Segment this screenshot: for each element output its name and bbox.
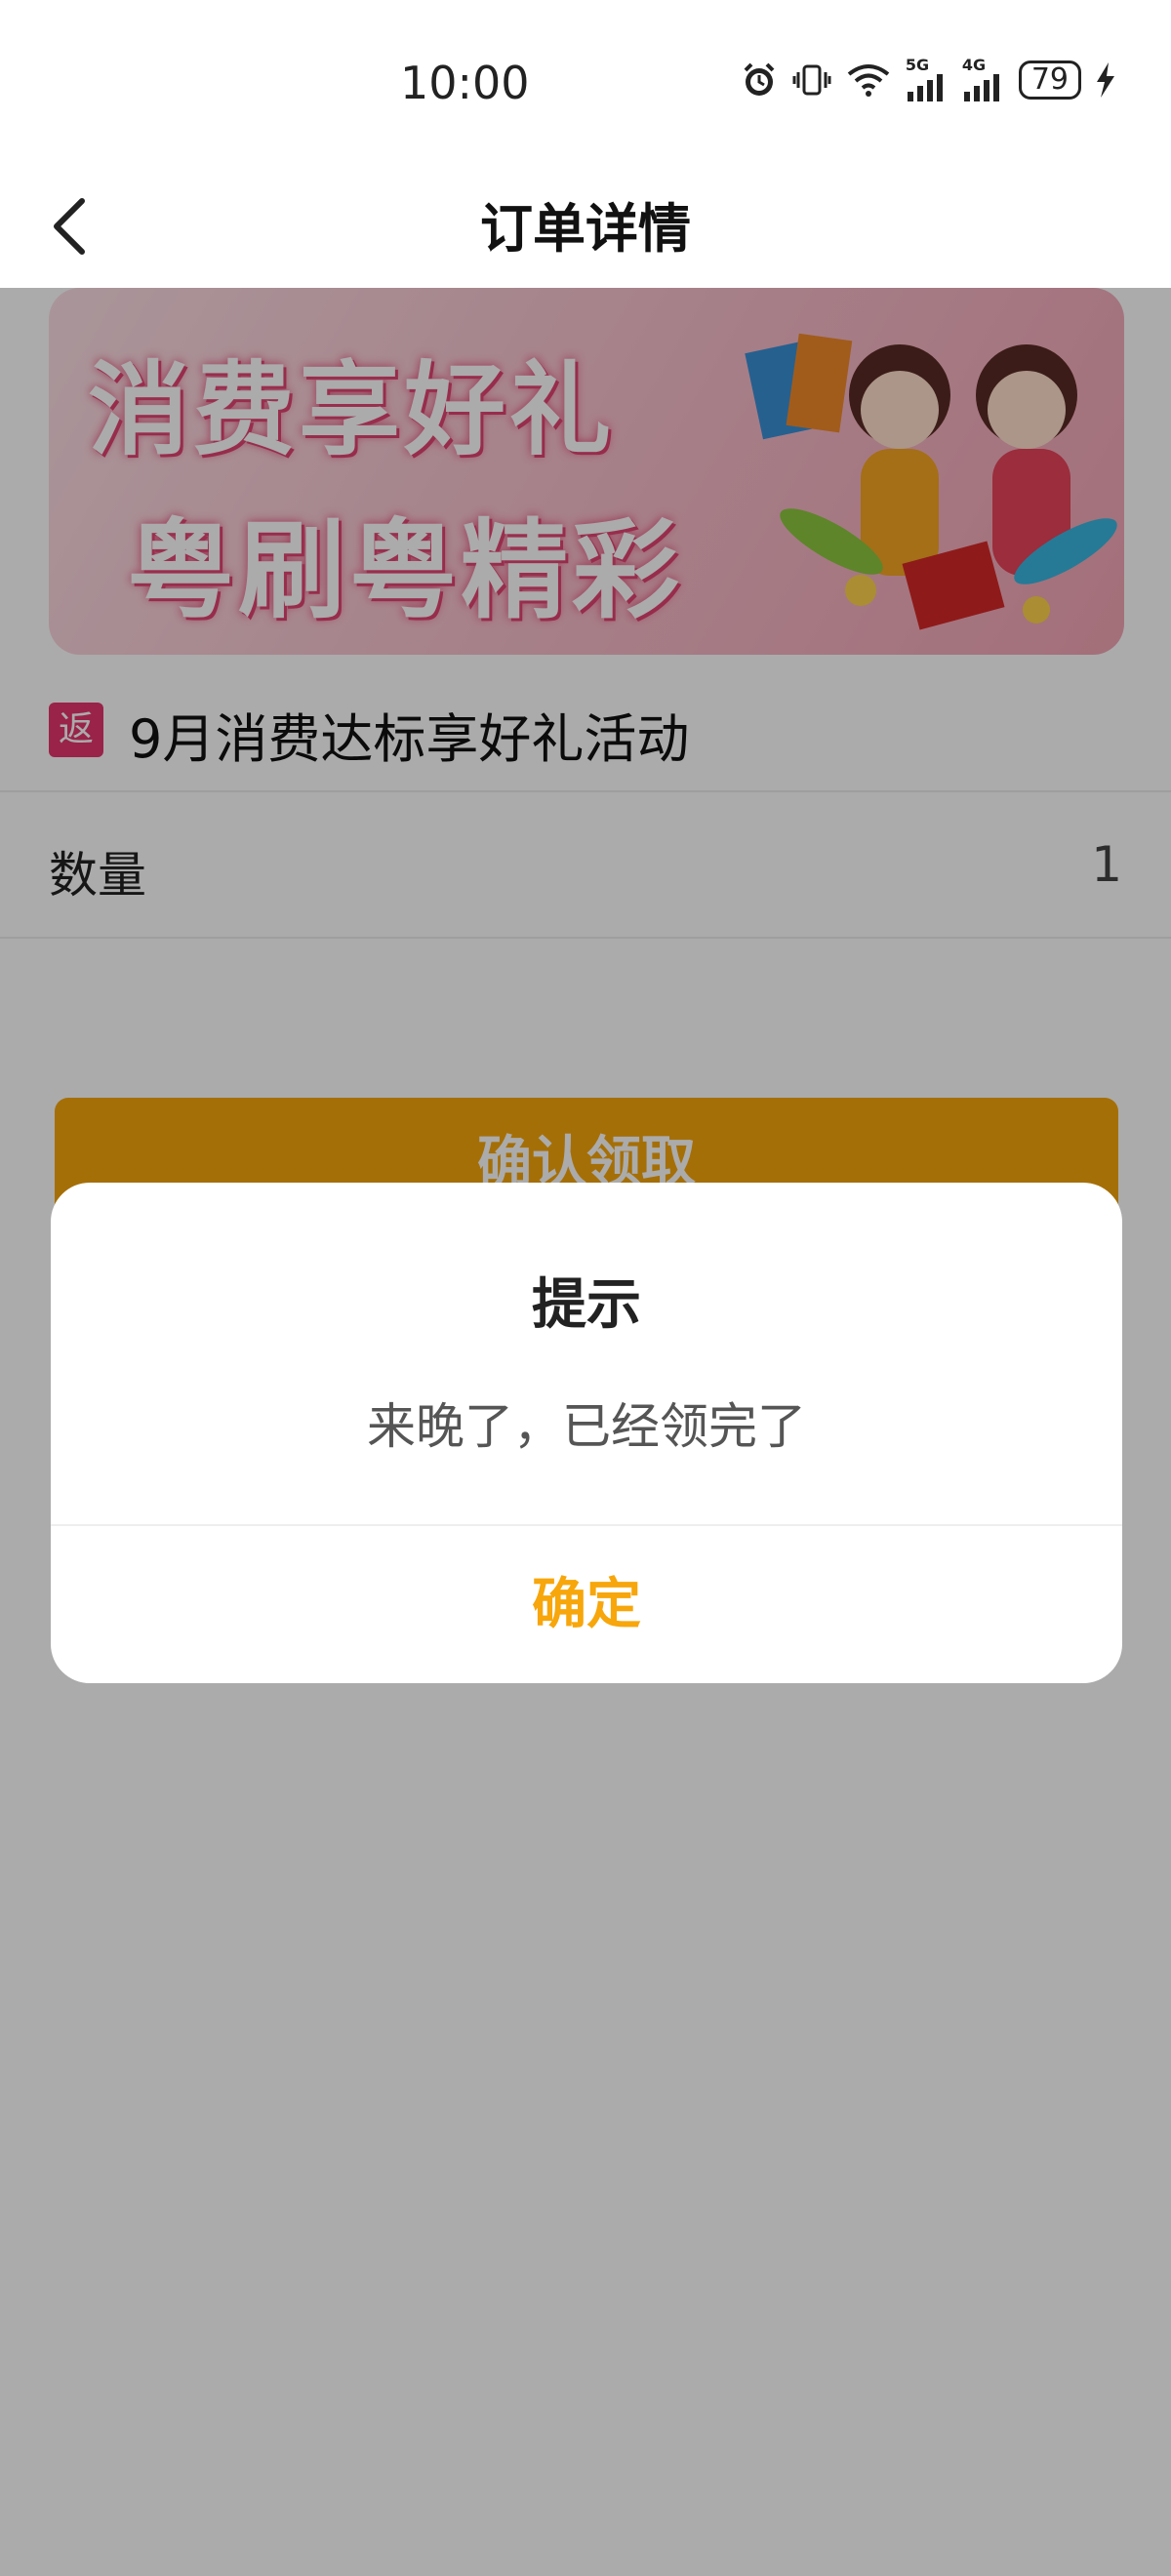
status-icons: 5G 4G 79	[740, 56, 1116, 101]
nav-bar: 订单详情	[0, 166, 1171, 288]
network-5g-label: 5G	[905, 56, 930, 74]
alarm-icon	[740, 60, 779, 100]
signal-4g-icon: 4G	[961, 56, 1005, 101]
wifi-icon	[845, 60, 892, 100]
signal-5g-icon: 5G	[905, 56, 949, 101]
battery-level: 79	[1030, 62, 1069, 97]
network-4g-label: 4G	[961, 56, 987, 74]
vibrate-icon	[792, 60, 831, 100]
page-title: 订单详情	[480, 198, 691, 260]
dialog-title: 提示	[532, 1273, 641, 1337]
dialog-ok-button[interactable]: 确定	[51, 1526, 1122, 1683]
battery-icon: 79	[1018, 60, 1081, 100]
status-time: 10:00	[400, 57, 530, 109]
status-bar: 10:00 5G 4G 79	[0, 0, 1171, 166]
dialog-message: 来晚了，已经领完了	[367, 1398, 806, 1455]
charging-icon	[1095, 60, 1116, 100]
alert-dialog: 提示 来晚了，已经领完了 确定	[51, 1183, 1122, 1683]
